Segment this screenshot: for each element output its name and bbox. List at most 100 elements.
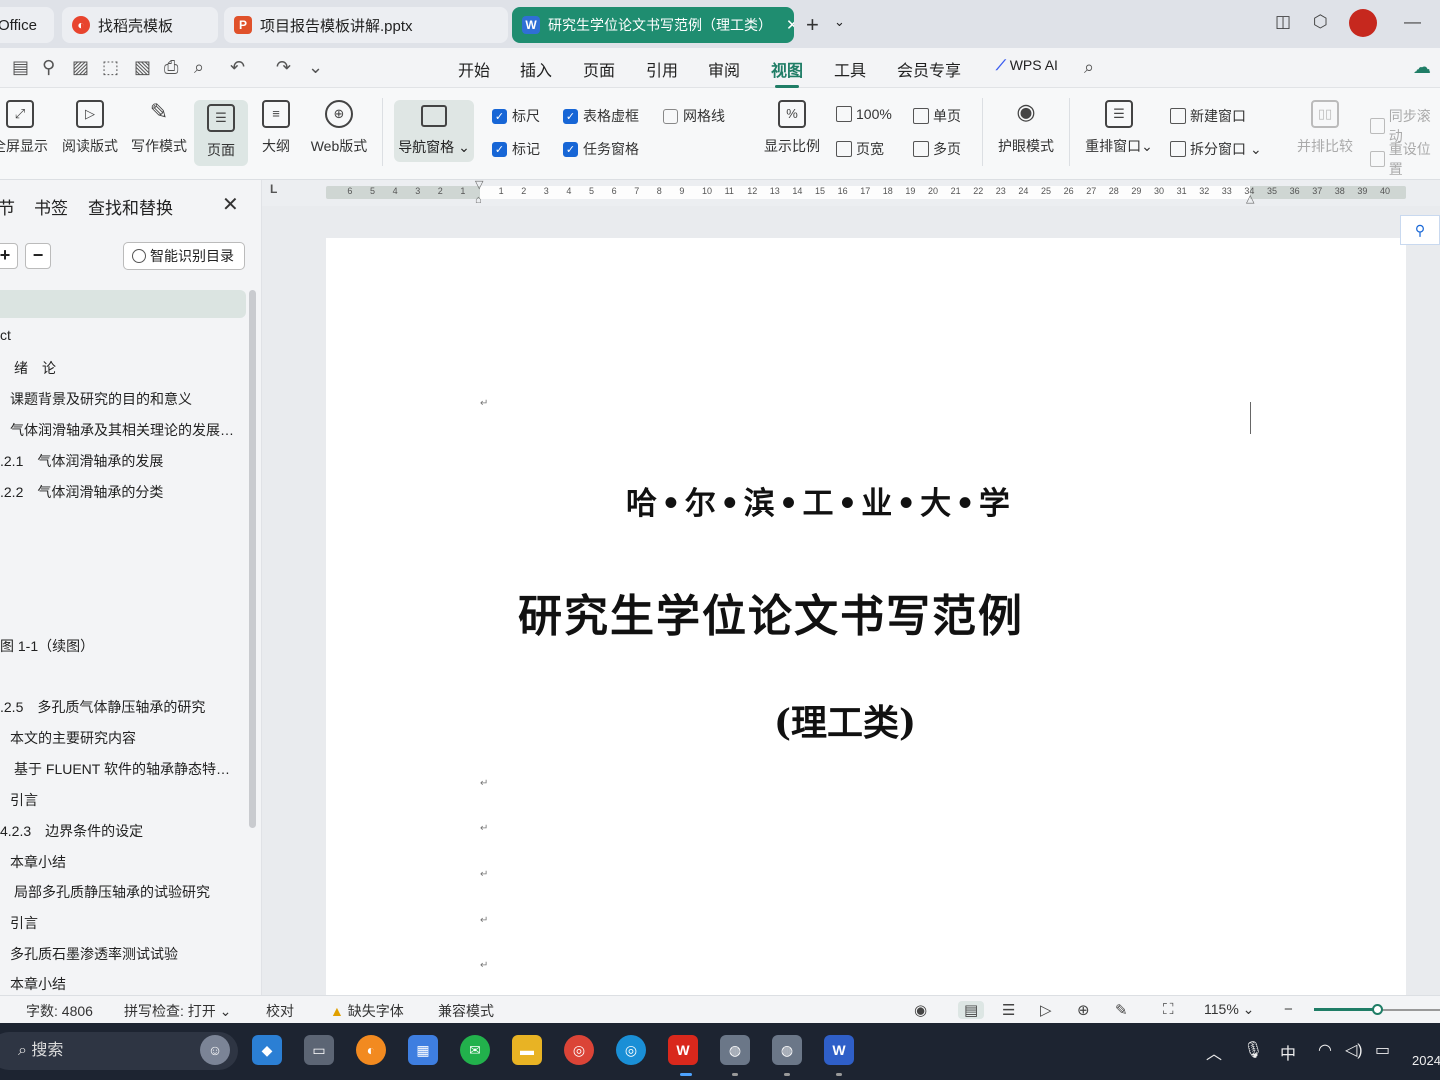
- wifi-icon[interactable]: ◠: [1318, 1040, 1332, 1060]
- menu-member[interactable]: 会员专享: [897, 57, 961, 81]
- toc-item[interactable]: 气体润滑轴承及其相关理论的发展…: [10, 420, 234, 440]
- zoom-100-button[interactable]: 100%: [836, 106, 892, 122]
- reading-mode-button[interactable]: ▷ 阅读版式: [60, 100, 120, 156]
- export-icon[interactable]: ▧: [134, 57, 151, 78]
- zoom-level[interactable]: 115% ⌄: [1204, 1001, 1254, 1018]
- ime-indicator[interactable]: 中: [1280, 1040, 1296, 1064]
- menu-page[interactable]: 页面: [583, 57, 615, 81]
- page-view-icon[interactable]: ▤: [958, 1001, 985, 1019]
- new-tab-icon[interactable]: +: [806, 12, 819, 38]
- document-page[interactable]: ↵ 哈•尔•滨•工•业•大•学 研究生学位论文书写范例 (理工类) ↵ ↵ ↵ …: [326, 238, 1406, 998]
- outline-view-icon[interactable]: ☰: [1002, 1001, 1015, 1019]
- ruler-checkbox[interactable]: ✓ 标尺: [492, 106, 540, 126]
- missing-font[interactable]: ▲ 缺失字体: [330, 1001, 404, 1021]
- menu-tools[interactable]: 工具: [834, 57, 866, 81]
- menu-home[interactable]: 开始: [458, 57, 490, 81]
- weather-icon[interactable]: ◐: [356, 1035, 386, 1065]
- fit-page-icon[interactable]: ⛶: [1163, 1001, 1174, 1018]
- single-page-button[interactable]: 单页: [913, 106, 961, 126]
- toc-item[interactable]: 局部多孔质静压轴承的试验研究: [14, 882, 210, 902]
- eye-care-button[interactable]: ◉ 护眼模式: [996, 100, 1056, 156]
- print-icon[interactable]: ⎙: [164, 57, 178, 78]
- search-highlight-icon[interactable]: ☺: [200, 1035, 230, 1065]
- globe-icon[interactable]: ⊕: [1077, 1001, 1090, 1019]
- play-icon[interactable]: ▷: [1040, 1001, 1052, 1019]
- screenshot-icon[interactable]: ⬚: [102, 57, 119, 78]
- proofread[interactable]: 校对: [266, 1001, 294, 1021]
- app-icon[interactable]: ◍: [720, 1035, 750, 1065]
- microphone-icon[interactable]: 🎙: [1243, 1040, 1263, 1060]
- table-grid-checkbox[interactable]: ✓ 表格虚框: [563, 106, 639, 126]
- toc-item[interactable]: .2.5 多孔质气体静压轴承的研究: [0, 697, 205, 717]
- split-window-button[interactable]: 拆分窗口 ⌄: [1170, 139, 1262, 159]
- close-icon[interactable]: ✕: [786, 16, 794, 34]
- rearrange-windows-button[interactable]: ☰ 重排窗口⌄: [1084, 100, 1154, 156]
- fullscreen-button[interactable]: ⤢ 全屏显示: [0, 100, 50, 156]
- wps-icon[interactable]: W: [668, 1035, 698, 1065]
- battery-icon[interactable]: ▭: [1375, 1040, 1390, 1060]
- tab-office[interactable]: Office: [0, 7, 54, 43]
- wechat-icon[interactable]: ✉: [460, 1035, 490, 1065]
- toc-item[interactable]: ct: [0, 327, 11, 343]
- page-view-button[interactable]: ☰ 页面: [194, 100, 248, 166]
- toc-item[interactable]: 多孔质石墨渗透率测试试验: [10, 944, 178, 964]
- menu-wps-ai[interactable]: ⟋ WPS AI: [996, 57, 1058, 74]
- outline-button[interactable]: ≡ 大纲: [258, 100, 294, 156]
- tab-find-replace[interactable]: 查找和替换: [88, 194, 173, 219]
- writing-mode-button[interactable]: ✎ 写作模式: [128, 100, 190, 156]
- chevron-up-icon[interactable]: ︿: [1206, 1040, 1222, 1064]
- chrome-icon[interactable]: ◎: [564, 1035, 594, 1065]
- toc-item[interactable]: 绪 论: [14, 358, 56, 378]
- multi-page-button[interactable]: 多页: [913, 139, 961, 159]
- chevron-down-icon[interactable]: ⌄: [308, 57, 323, 78]
- avatar[interactable]: [1349, 9, 1377, 37]
- volume-icon[interactable]: ◁): [1345, 1040, 1363, 1060]
- clock-year[interactable]: 2024: [1412, 1053, 1440, 1068]
- location-pin-icon[interactable]: ⚲: [1400, 215, 1440, 245]
- toc-item[interactable]: 基于 FLUENT 软件的轴承静态特…: [14, 759, 230, 779]
- side-by-side-button[interactable]: ▯▯ 并排比较: [1295, 100, 1355, 156]
- zoom-slider-knob[interactable]: [1372, 1004, 1383, 1015]
- copilot-icon[interactable]: ◆: [252, 1035, 282, 1065]
- toc-selected-row[interactable]: [0, 290, 246, 318]
- search-icon[interactable]: ⌕: [1084, 57, 1094, 78]
- toc-item[interactable]: 4.2.3 边界条件的设定: [0, 821, 143, 841]
- pen-icon[interactable]: ✎: [1115, 1001, 1128, 1019]
- document-canvas[interactable]: ↵ 哈•尔•滨•工•业•大•学 研究生学位论文书写范例 (理工类) ↵ ↵ ↵ …: [262, 206, 1440, 998]
- edge-icon[interactable]: ◎: [616, 1035, 646, 1065]
- tab-daoke[interactable]: ◐ 找稻壳模板: [62, 7, 218, 43]
- minimize-icon[interactable]: —: [1404, 12, 1421, 32]
- toc-item[interactable]: 引言: [10, 913, 38, 933]
- toc-item[interactable]: 本章小结: [10, 974, 66, 994]
- gridlines-checkbox[interactable]: 网格线: [663, 106, 725, 126]
- toc-item[interactable]: 本文的主要研究内容: [10, 728, 136, 748]
- spell-check[interactable]: 拼写检查: 打开 ⌄: [124, 1001, 231, 1021]
- indent-marker-icon[interactable]: ▽: [475, 178, 483, 191]
- reset-position-button[interactable]: 重设位置: [1370, 139, 1440, 179]
- menu-references[interactable]: 引用: [646, 57, 678, 81]
- toc-item[interactable]: 图 1-1（续图）: [0, 636, 94, 656]
- print-preview-icon[interactable]: ⌕: [194, 57, 204, 78]
- undo-icon[interactable]: ↶: [230, 57, 245, 78]
- toc-item[interactable]: 课题背景及研究的目的和意义: [10, 389, 192, 409]
- layout-icon[interactable]: ◫: [1275, 12, 1291, 32]
- image-icon[interactable]: ▨: [72, 57, 89, 78]
- folder-icon[interactable]: ▬: [512, 1035, 542, 1065]
- collapse-button[interactable]: −: [25, 243, 51, 269]
- indent-marker-icon[interactable]: ⌂: [475, 194, 482, 206]
- task-pane-checkbox[interactable]: ✓ 任务窗格: [563, 139, 639, 159]
- new-window-button[interactable]: 新建窗口: [1170, 106, 1246, 126]
- zoom-out-icon[interactable]: −: [1284, 1001, 1293, 1018]
- chevron-down-icon[interactable]: ⌄: [834, 14, 845, 30]
- menu-review[interactable]: 审阅: [708, 57, 740, 81]
- toc-item[interactable]: .2.1 气体润滑轴承的发展: [0, 451, 163, 471]
- word-count[interactable]: 字数: 4806: [26, 1001, 93, 1021]
- sidebar-scrollbar[interactable]: [249, 290, 256, 828]
- toc-item[interactable]: 引言: [10, 790, 38, 810]
- right-indent-marker-icon[interactable]: △: [1246, 192, 1254, 205]
- tab-document[interactable]: W 研究生学位论文书写范例（理工类） ✕: [512, 7, 794, 43]
- tab-sections[interactable]: 节: [0, 194, 15, 219]
- task-view-icon[interactable]: ▭: [304, 1035, 334, 1065]
- page-width-button[interactable]: 页宽: [836, 139, 884, 159]
- close-icon[interactable]: ✕: [222, 192, 239, 217]
